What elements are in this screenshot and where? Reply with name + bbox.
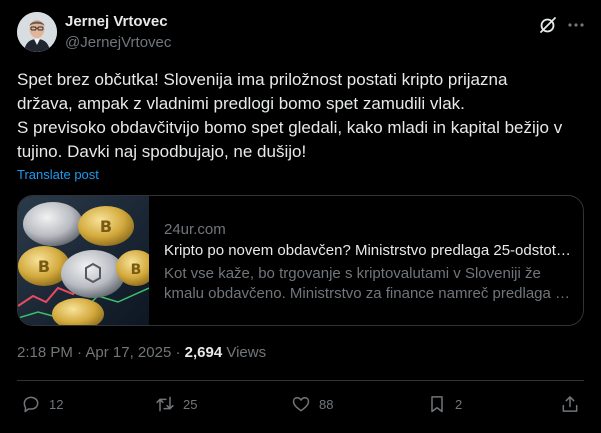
like-count: 88 bbox=[319, 396, 334, 412]
reply-count: 12 bbox=[49, 396, 64, 412]
repost-button[interactable]: 25 bbox=[155, 393, 197, 415]
tweet-text-line: tujino. Davki naj spodbujajo, ne dušijo! bbox=[17, 142, 307, 161]
tweet-text-line: država, ampak z vladnimi predlogi bomo s… bbox=[17, 94, 465, 113]
svg-text:B: B bbox=[100, 217, 112, 236]
more-icon[interactable] bbox=[566, 15, 586, 35]
tweet-time[interactable]: 2:18 PM bbox=[17, 344, 73, 361]
reply-icon bbox=[23, 396, 39, 413]
link-card[interactable]: B B B 24ur.com Kripto po novem obdavčen?… bbox=[17, 195, 584, 326]
reply-button[interactable]: 12 bbox=[21, 393, 63, 415]
card-domain: 24ur.com bbox=[164, 221, 226, 238]
bookmark-count: 2 bbox=[455, 396, 463, 412]
card-thumbnail: B B B bbox=[18, 196, 156, 325]
tweet-text-line: S previsoko obdavčitvijo bomo spet gleda… bbox=[17, 118, 563, 137]
card-description-line: Kot vse kaže, bo trgovanje s kriptovalut… bbox=[164, 265, 541, 282]
repost-count: 25 bbox=[183, 396, 198, 412]
translate-post-link[interactable]: Translate post bbox=[17, 167, 99, 182]
grok-icon[interactable] bbox=[538, 15, 558, 35]
author-name[interactable]: Jernej Vrtovec bbox=[65, 13, 168, 30]
tweet-text-line: Spet brez občutka! Slovenija ima priložn… bbox=[17, 70, 508, 89]
svg-text:B: B bbox=[38, 257, 50, 276]
tweet-meta: 2:18 PM · Apr 17, 2025 · 2,694 Views bbox=[17, 344, 266, 361]
tweet-date[interactable]: Apr 17, 2025 bbox=[85, 344, 171, 361]
meta-separator: · bbox=[77, 344, 83, 361]
avatar-image bbox=[17, 12, 57, 52]
author-handle[interactable]: @JernejVrtovec bbox=[65, 34, 171, 51]
repost-icon bbox=[156, 396, 174, 412]
avatar[interactable] bbox=[17, 12, 57, 52]
share-button[interactable] bbox=[560, 393, 580, 415]
share-icon bbox=[562, 396, 578, 412]
divider bbox=[17, 380, 584, 381]
meta-separator: · bbox=[175, 344, 181, 361]
card-description: Kot vse kaže, bo trgovanje s kriptovalut… bbox=[164, 264, 574, 304]
bookmark-icon bbox=[431, 396, 443, 413]
views-label: Views bbox=[226, 344, 267, 361]
tweet-text: Spet brez občutka! Slovenija ima priložn… bbox=[17, 68, 592, 164]
bookmark-button[interactable]: 2 bbox=[427, 393, 462, 415]
like-button[interactable]: 88 bbox=[291, 393, 333, 415]
tweet: Jernej Vrtovec @JernejVrtovec Spet brez … bbox=[0, 0, 601, 433]
card-description-line: kmalu obdavčeno. Ministrstvo za finance … bbox=[164, 285, 574, 302]
views-count: 2,694 bbox=[184, 344, 223, 361]
card-title: Kripto po novem obdavčen? Ministrstvo pr… bbox=[164, 242, 574, 259]
heart-icon bbox=[292, 397, 310, 412]
svg-text:B: B bbox=[131, 262, 142, 278]
